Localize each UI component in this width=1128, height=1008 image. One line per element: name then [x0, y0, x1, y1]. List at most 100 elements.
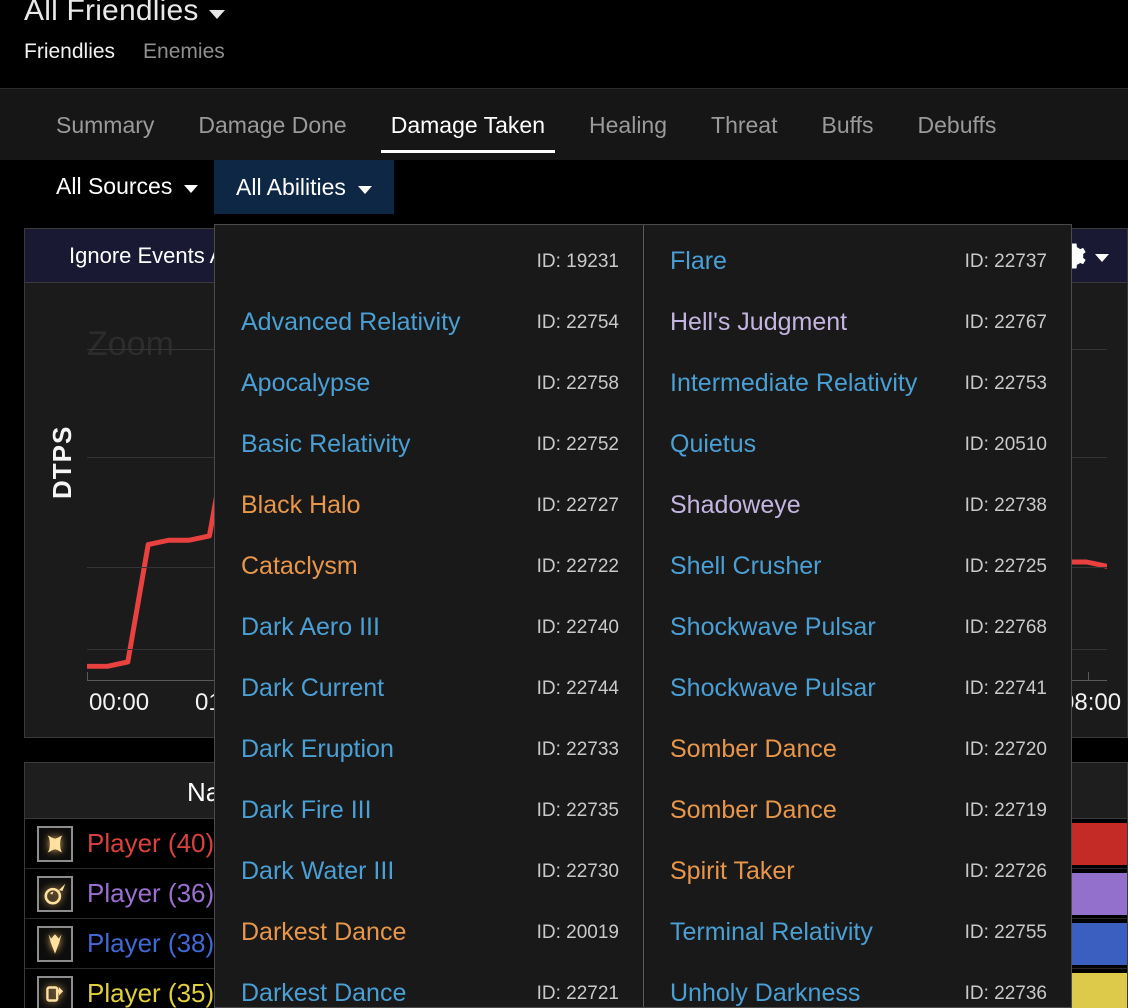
ability-name: Dark Water III [241, 857, 395, 885]
ability-name: Shell Crusher [670, 552, 822, 580]
all-sources-label: All Sources [56, 172, 173, 199]
ability-menu-item[interactable]: Darkest Dance ID: 22721 [215, 963, 643, 1007]
ability-id: ID: 22721 [536, 982, 619, 1004]
ability-name: Shockwave Pulsar [670, 674, 876, 702]
ability-name: Dark Eruption [241, 735, 394, 763]
ability-id: ID: 22727 [536, 494, 619, 516]
ability-name: Darkest Dance [241, 918, 407, 946]
job-icon-mnk [37, 975, 73, 1008]
tab-damage-taken[interactable]: Damage Taken [369, 89, 567, 161]
ability-id: ID: 22722 [536, 555, 619, 577]
player-name: Player (38) [87, 928, 215, 958]
ability-id: ID: 22752 [536, 433, 619, 455]
ability-id: ID: 22720 [964, 738, 1047, 760]
ability-name: Darkest Dance [241, 979, 407, 1007]
tab-summary[interactable]: Summary [34, 89, 176, 161]
ability-menu-item[interactable]: Dark Water III ID: 22730 [215, 841, 643, 902]
ability-id: ID: 22730 [536, 860, 619, 882]
ability-menu-item[interactable]: Somber Dance ID: 22719 [644, 780, 1071, 841]
ability-name: Shadoweye [670, 491, 801, 519]
ability-menu-item[interactable]: Black Halo ID: 22727 [215, 475, 643, 536]
ability-id: ID: 22738 [964, 494, 1047, 516]
tab-threat[interactable]: Threat [689, 89, 799, 161]
ability-menu-item[interactable]: Basic Relativity ID: 22752 [215, 414, 643, 475]
ability-name: Quietus [670, 430, 757, 458]
ability-id: ID: 22758 [536, 372, 619, 394]
chevron-down-icon [1095, 254, 1109, 262]
ability-name: Terminal Relativity [670, 918, 873, 946]
ability-menu-item[interactable]: Spirit Taker ID: 22726 [644, 841, 1071, 902]
ability-menu-item[interactable]: Dark Current ID: 22744 [215, 658, 643, 719]
ability-id: ID: 22753 [964, 372, 1047, 394]
all-sources-dropdown[interactable]: All Sources [34, 160, 220, 212]
subtab-friendlies[interactable]: Friendlies [24, 40, 115, 64]
ability-id: ID: 22735 [536, 799, 619, 821]
ability-menu-item[interactable]: Shadoweye ID: 22738 [644, 475, 1071, 536]
ability-menu-item[interactable]: Shell Crusher ID: 22725 [644, 536, 1071, 597]
ability-id: ID: 22754 [536, 311, 619, 333]
ability-name: Basic Relativity [241, 430, 411, 458]
ability-menu-item[interactable]: Hell's Judgment ID: 22767 [644, 292, 1071, 353]
ability-name: Intermediate Relativity [670, 369, 918, 397]
tab-damage-done[interactable]: Damage Done [176, 89, 368, 161]
ability-name: Dark Aero III [241, 613, 380, 641]
ability-menu-item[interactable]: Somber Dance ID: 22720 [644, 719, 1071, 780]
ability-menu-item[interactable]: Shockwave Pulsar ID: 22768 [644, 597, 1071, 658]
ability-id: ID: 20019 [536, 921, 619, 943]
ability-menu-item[interactable]: Dark Aero III ID: 22740 [215, 597, 643, 658]
ability-id: ID: 22719 [964, 799, 1047, 821]
main-tab-bar: Summary Damage Done Damage Taken Healing… [0, 88, 1128, 160]
ability-menu-item[interactable]: Unholy Darkness ID: 22736 [644, 963, 1071, 1007]
chevron-down-icon [184, 184, 199, 193]
ability-name: Spirit Taker [670, 857, 795, 885]
abilities-dropdown-left-column: ID: 19231 Advanced Relativity ID: 22754 Apo… [215, 225, 643, 1008]
ability-name: Black Halo [241, 491, 361, 519]
friendlies-selector[interactable]: All Friendlies [24, 0, 225, 28]
ability-menu-item[interactable]: Dark Eruption ID: 22733 [215, 719, 643, 780]
ability-menu-item[interactable]: Darkest Dance ID: 20019 [215, 902, 643, 963]
tab-buffs[interactable]: Buffs [800, 89, 896, 161]
all-abilities-dropdown[interactable]: All Abilities [214, 160, 394, 214]
tab-debuffs[interactable]: Debuffs [896, 89, 1019, 161]
chevron-down-icon [357, 185, 372, 194]
chart-y-axis-label: DTPS [47, 425, 77, 499]
page-title: All Friendlies [24, 0, 199, 27]
ability-name: Dark Fire III [241, 796, 372, 824]
ability-menu-item[interactable]: Shockwave Pulsar ID: 22741 [644, 658, 1071, 719]
ability-name: Flare [670, 247, 727, 275]
ability-menu-item[interactable]: ID: 19231 [215, 231, 643, 292]
ability-menu-item[interactable]: Advanced Relativity ID: 22754 [215, 292, 643, 353]
ability-id: ID: 22740 [536, 616, 619, 638]
abilities-dropdown-right-column: Flare ID: 22737 Hell's Judgment ID: 22767 In… [643, 225, 1071, 1007]
player-name: Player (40) [87, 828, 215, 858]
ability-id: ID: 22767 [964, 311, 1047, 333]
ability-id: ID: 22755 [964, 921, 1047, 943]
job-icon-blm [37, 875, 73, 912]
ability-menu-item[interactable]: Flare ID: 22737 [644, 231, 1071, 292]
ability-id: ID: 22744 [536, 677, 619, 699]
ability-menu-item[interactable]: Intermediate Relativity ID: 22753 [644, 353, 1071, 414]
abilities-dropdown-menu[interactable]: ID: 19231 Advanced Relativity ID: 22754 Apo… [214, 224, 1072, 1008]
ability-id: ID: 22768 [964, 616, 1047, 638]
filter-bar: All Sources All Abilities [0, 160, 1128, 224]
ability-id: ID: 22737 [964, 250, 1047, 272]
ability-menu-item[interactable]: Cataclysm ID: 22722 [215, 536, 643, 597]
ability-id: ID: 22741 [964, 677, 1047, 699]
app-root: All Friendlies Friendlies Enemies Summar… [0, 0, 1128, 1008]
ability-menu-item[interactable]: Apocalypse ID: 22758 [215, 353, 643, 414]
row-color-swatch [1065, 873, 1127, 915]
ability-menu-item[interactable]: Dark Fire III ID: 22735 [215, 780, 643, 841]
ignore-events-label: Ignore Events Aff [69, 242, 237, 268]
ability-menu-item[interactable]: Quietus ID: 20510 [644, 414, 1071, 475]
ability-name: Unholy Darkness [670, 979, 861, 1007]
tab-healing[interactable]: Healing [567, 89, 689, 161]
scope-subtabs: Friendlies Enemies [24, 40, 225, 64]
subtab-enemies[interactable]: Enemies [143, 40, 225, 64]
player-name: Player (35) [87, 978, 215, 1008]
all-abilities-label: All Abilities [236, 173, 346, 200]
ability-menu-item[interactable]: Terminal Relativity ID: 22755 [644, 902, 1071, 963]
row-color-swatch [1065, 823, 1127, 865]
ability-name: Cataclysm [241, 552, 358, 580]
row-color-swatch [1065, 973, 1127, 1008]
chevron-down-icon [208, 9, 225, 19]
